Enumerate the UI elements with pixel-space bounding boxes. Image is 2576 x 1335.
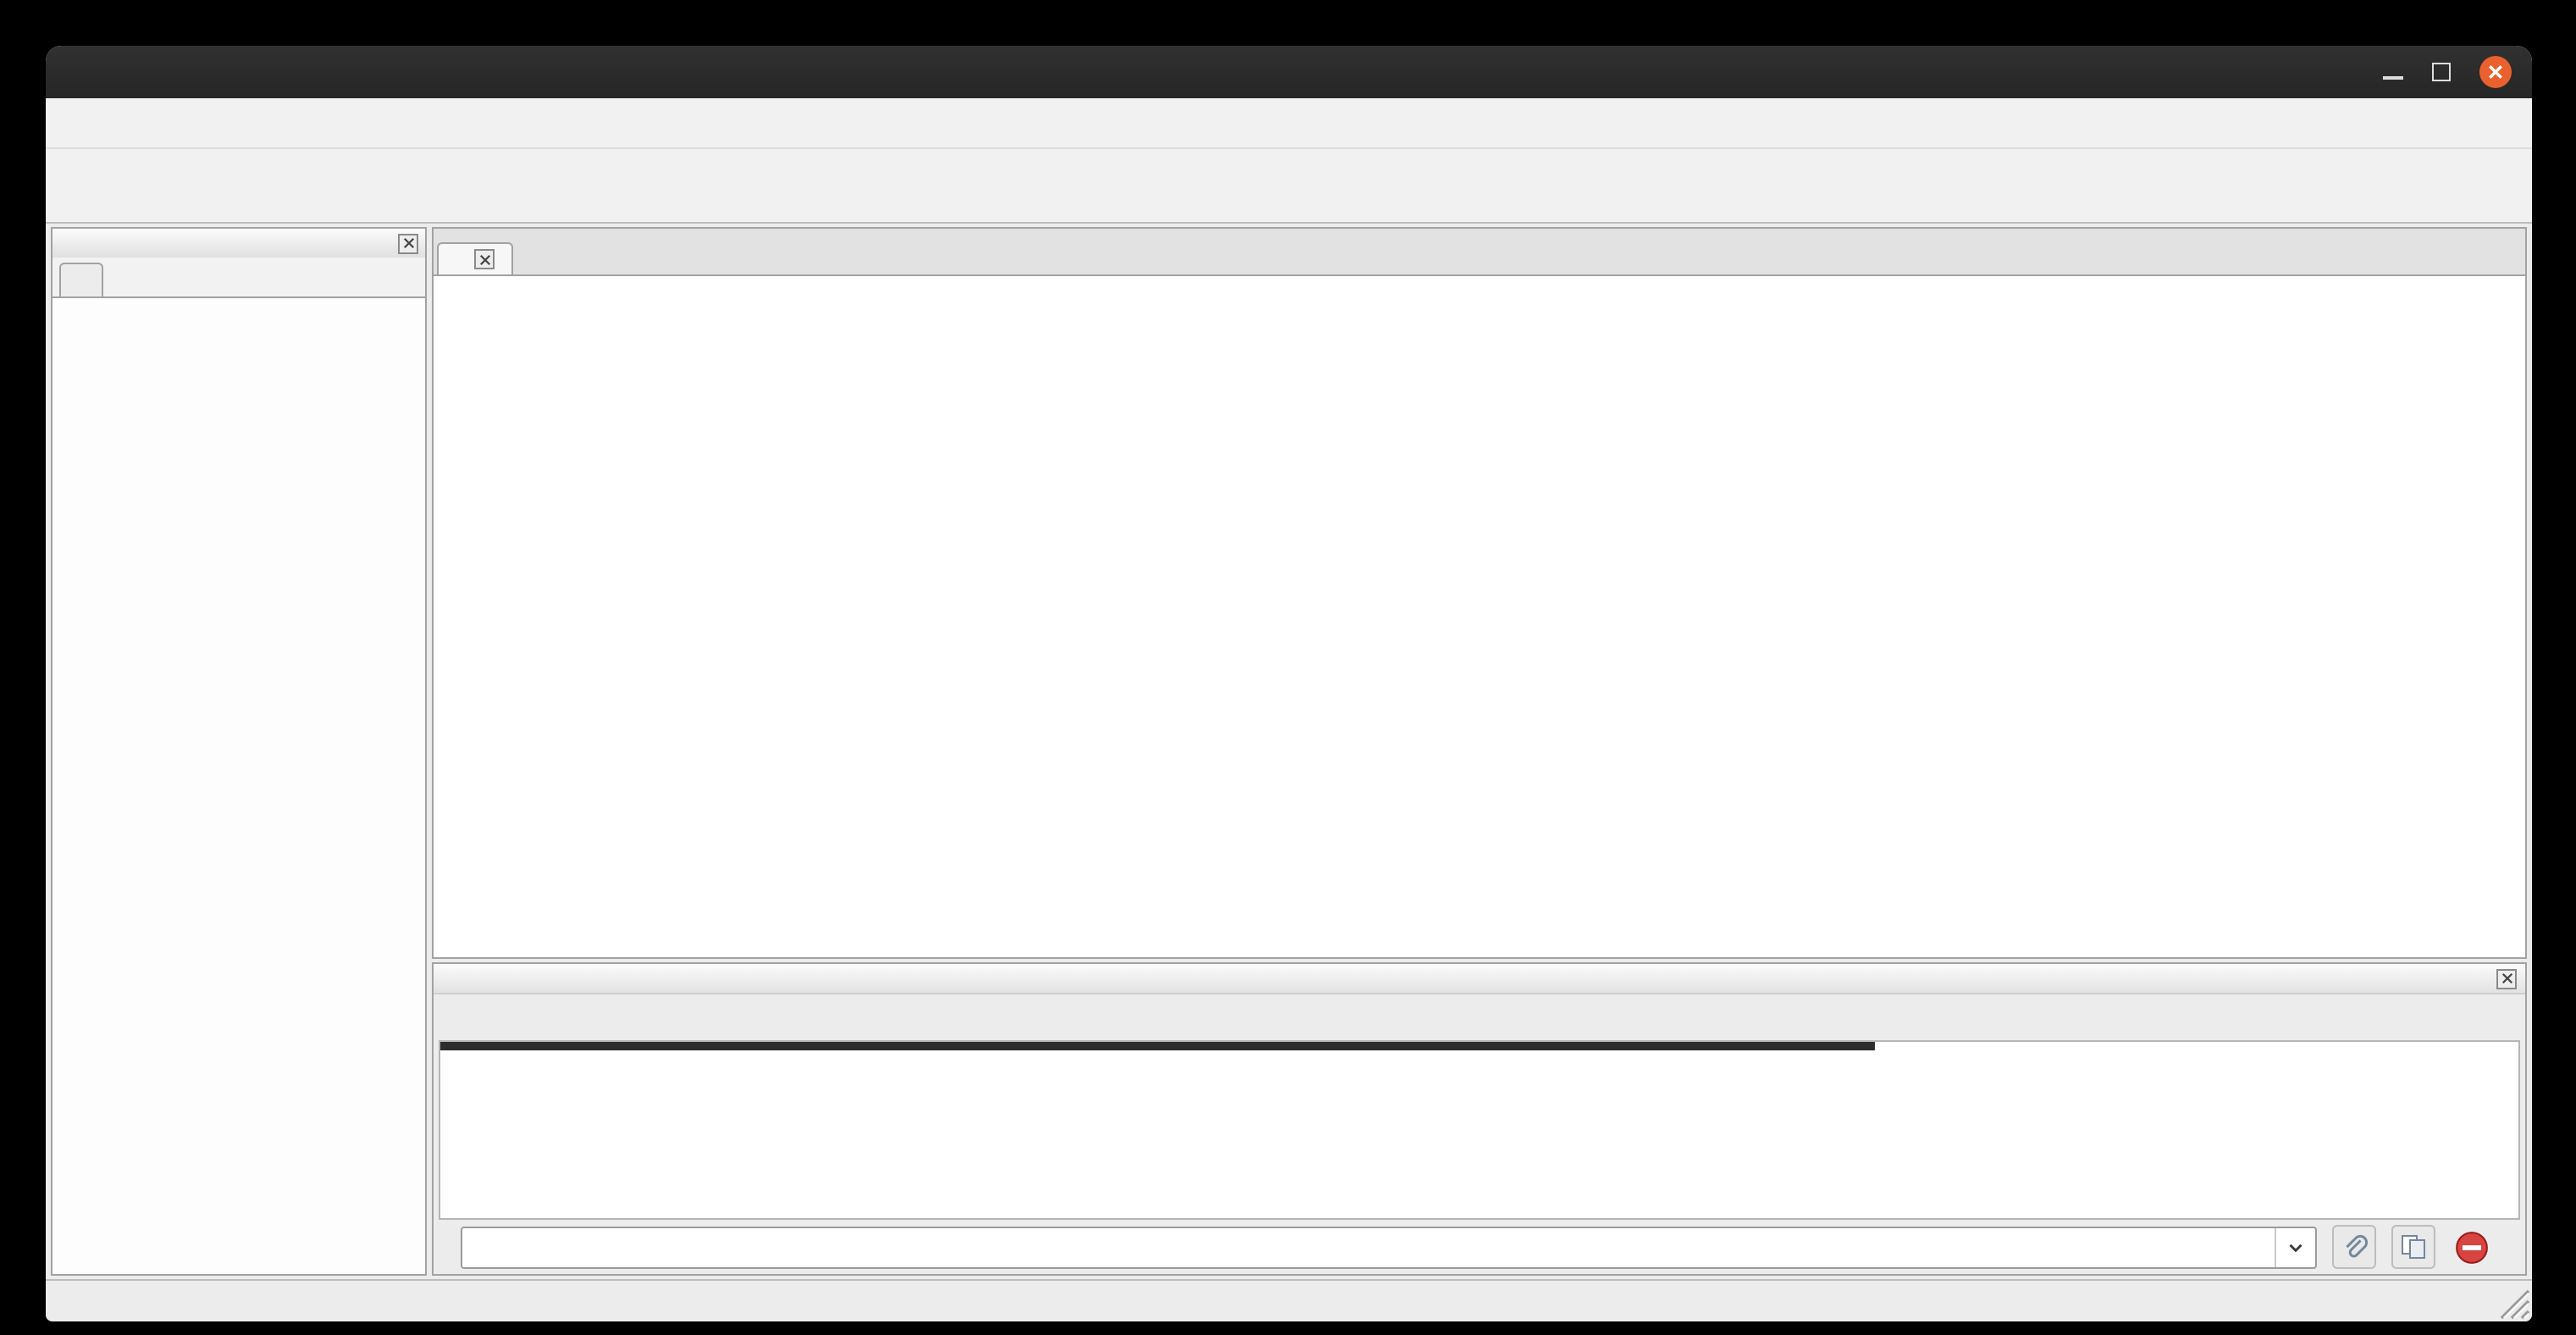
management-panel xyxy=(51,227,427,1276)
status-bar xyxy=(46,1279,2532,1321)
management-close-icon[interactable] xyxy=(398,233,418,253)
project-tree xyxy=(53,298,425,1274)
command-input[interactable] xyxy=(462,1227,2275,1266)
command-dropdown-button[interactable] xyxy=(2275,1227,2315,1266)
logs-header xyxy=(434,964,2525,994)
output-remnant-strip xyxy=(440,1042,1874,1050)
management-tabs xyxy=(53,258,425,298)
editor-column xyxy=(432,227,2527,1276)
maximize-button[interactable] xyxy=(2432,63,2451,81)
command-copy-button[interactable] xyxy=(2391,1225,2435,1269)
titlebar xyxy=(46,46,2532,98)
resize-grip-icon[interactable] xyxy=(2490,1279,2530,1320)
toolbar xyxy=(46,149,2532,224)
debugger-output-area xyxy=(439,1040,2520,1220)
codeblocks-window xyxy=(46,46,2532,1321)
tab-projects[interactable] xyxy=(59,263,103,296)
code-editor[interactable] xyxy=(432,274,2527,959)
editor-tab-first-cc[interactable] xyxy=(437,242,513,274)
window-controls xyxy=(2383,46,2512,98)
logs-panel xyxy=(432,962,2527,1276)
close-button[interactable] xyxy=(2479,56,2512,88)
minimize-button[interactable] xyxy=(2383,75,2403,79)
main-content xyxy=(46,224,2532,1279)
logs-tabbar xyxy=(434,994,2525,1040)
menu-bar xyxy=(46,98,2532,149)
debugger-log xyxy=(445,1052,2518,1218)
stop-icon[interactable] xyxy=(2454,1229,2490,1265)
management-header xyxy=(53,229,425,258)
command-row xyxy=(434,1220,2525,1274)
editor-tabbar xyxy=(432,227,2527,274)
command-input-wrap xyxy=(461,1226,2317,1268)
logs-close-icon[interactable] xyxy=(2496,968,2517,989)
editor-tab-close-icon[interactable] xyxy=(474,249,495,269)
screen xyxy=(0,0,2576,1335)
command-attach-button[interactable] xyxy=(2332,1225,2376,1269)
